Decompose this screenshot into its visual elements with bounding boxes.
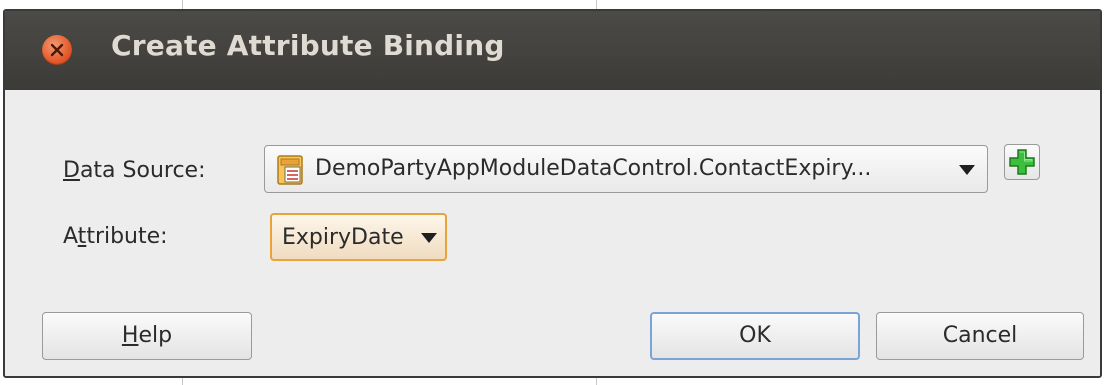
- attribute-label-text: tribute:: [86, 224, 168, 249]
- chevron-down-icon: [421, 233, 437, 243]
- data-source-value: DemoPartyAppModuleDataControl.ContactExp…: [315, 156, 872, 181]
- ok-button[interactable]: OK: [650, 312, 860, 360]
- attribute-dropdown[interactable]: ExpiryDate: [270, 213, 447, 261]
- dialog-window: Create Attribute Binding Data Source: De…: [3, 9, 1102, 378]
- data-source-label-mnemonic: D: [63, 158, 80, 183]
- attribute-value: ExpiryDate: [282, 225, 404, 250]
- green-plus-icon: [1009, 149, 1035, 175]
- help-button[interactable]: Help: [42, 312, 252, 360]
- dialog-title: Create Attribute Binding: [111, 29, 505, 62]
- close-button[interactable]: [42, 35, 72, 65]
- add-data-source-button[interactable]: [1004, 144, 1040, 180]
- help-button-label: elp: [138, 323, 173, 348]
- attribute-label: Attribute:: [63, 224, 168, 249]
- data-control-icon: [277, 155, 303, 185]
- screen: Create Attribute Binding Data Source: De…: [0, 0, 1107, 385]
- data-source-label: Data Source:: [63, 158, 206, 183]
- cancel-button[interactable]: Cancel: [876, 312, 1084, 360]
- close-icon: [50, 43, 64, 57]
- data-source-dropdown[interactable]: DemoPartyAppModuleDataControl.ContactExp…: [264, 145, 988, 193]
- data-source-label-text: ata Source:: [79, 158, 206, 183]
- dialog-body: Data Source: DemoPartyAppModuleDataContr…: [5, 90, 1100, 376]
- attribute-label-prefix: A: [63, 224, 78, 249]
- chevron-down-icon: [959, 165, 975, 175]
- help-button-mnemonic: H: [121, 323, 139, 348]
- dialog-titlebar: Create Attribute Binding: [5, 11, 1100, 90]
